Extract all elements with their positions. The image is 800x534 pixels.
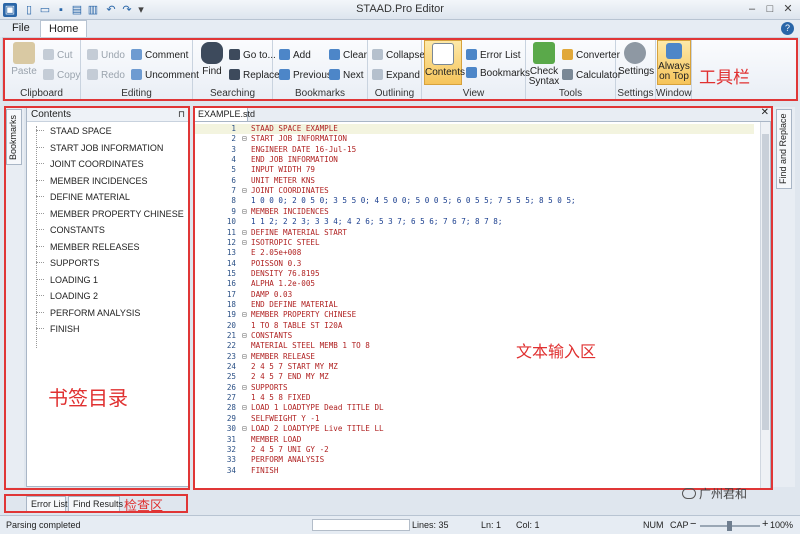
column-position: Col: 1	[516, 520, 540, 530]
num-lock-indicator: NUM	[643, 520, 664, 530]
line-position: Ln: 1	[481, 520, 502, 530]
toolbar-highlight	[3, 38, 798, 101]
lines-count: Lines: 35	[412, 520, 449, 530]
find-and-replace-side-tab[interactable]: Find and Replace	[776, 109, 792, 189]
toolbar-annotation: 工具栏	[699, 68, 750, 88]
wechat-icon	[682, 488, 696, 499]
zoom-in-icon[interactable]: +	[762, 518, 768, 530]
caps-lock-indicator: CAP	[670, 520, 689, 530]
close-window-icon[interactable]: ✕	[780, 2, 796, 16]
status-message: Parsing completed	[6, 520, 81, 530]
bookmarks-highlight	[4, 106, 190, 490]
ribbon-tab-row: File Home ?	[0, 20, 800, 37]
title-bar: ▣ ▯ ▭ ▪ ▤ ▥ ↶ ↷ ▾ STAAD.Pro Editor – □ ✕	[0, 0, 800, 20]
watermark-text: 广州君和	[699, 487, 748, 501]
tab-home[interactable]: Home	[40, 20, 88, 37]
zoom-slider-knob[interactable]	[727, 521, 732, 531]
watermark: 广州君和	[682, 485, 747, 502]
tab-file[interactable]: File	[4, 20, 38, 37]
bookmarks-annotation: 书签目录	[48, 386, 128, 410]
status-bar: Parsing completed Lines: 35 Ln: 1 Col: 1…	[0, 515, 800, 534]
text-area-highlight	[193, 106, 773, 490]
text-area-annotation: 文本输入区	[516, 342, 597, 361]
help-icon[interactable]: ?	[781, 22, 794, 35]
progress-bar	[312, 519, 410, 531]
window-title: STAAD.Pro Editor	[356, 3, 444, 15]
minimize-icon[interactable]: –	[744, 2, 760, 16]
zoom-out-icon[interactable]: −	[690, 518, 696, 530]
zoom-level: 100%	[770, 520, 794, 530]
maximize-icon[interactable]: □	[762, 2, 778, 16]
right-side-tabs: Find and Replace	[773, 107, 795, 487]
check-area-annotation: 检查区	[124, 499, 164, 514]
